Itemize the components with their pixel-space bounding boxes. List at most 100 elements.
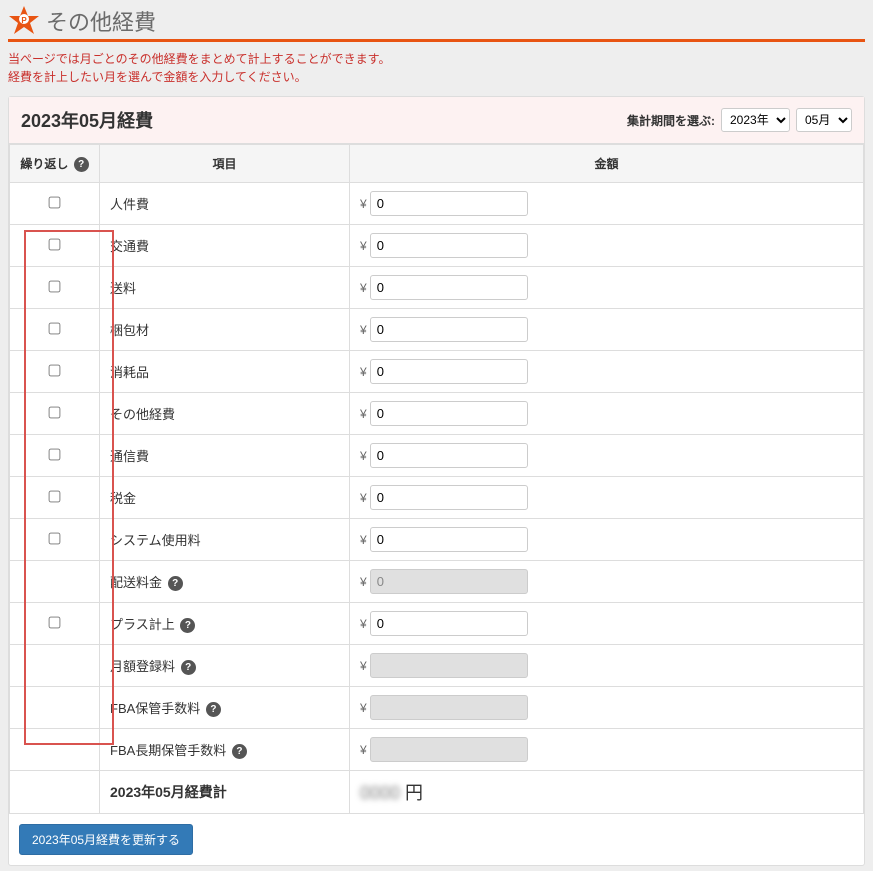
table-row: 梱包材 ¥ bbox=[10, 309, 864, 351]
amount-input bbox=[370, 737, 528, 762]
item-label-cell: 交通費 bbox=[100, 225, 350, 267]
repeat-cell bbox=[10, 183, 100, 225]
amount-cell: ¥ bbox=[350, 309, 864, 351]
item-label: 月額登録料 bbox=[110, 659, 175, 674]
logo-star-icon: P bbox=[8, 5, 40, 37]
amount-cell: ¥ bbox=[350, 225, 864, 267]
table-row: 配送料金 ? ¥ bbox=[10, 561, 864, 603]
amount-cell: ¥ bbox=[350, 477, 864, 519]
amount-cell: ¥ bbox=[350, 519, 864, 561]
help-icon[interactable]: ? bbox=[181, 660, 196, 675]
amount-cell: ¥ bbox=[350, 351, 864, 393]
yen-symbol: ¥ bbox=[360, 323, 367, 337]
update-button[interactable]: 2023年05月経費を更新する bbox=[19, 824, 193, 855]
repeat-cell bbox=[10, 477, 100, 519]
item-label: 送料 bbox=[110, 281, 136, 296]
yen-symbol: ¥ bbox=[360, 365, 367, 379]
amount-cell: ¥ bbox=[350, 393, 864, 435]
amount-input[interactable] bbox=[370, 527, 528, 552]
table-row: 消耗品 ¥ bbox=[10, 351, 864, 393]
yen-symbol: ¥ bbox=[360, 533, 367, 547]
repeat-checkbox[interactable] bbox=[49, 364, 61, 376]
month-title: 2023年05月経費 bbox=[21, 107, 153, 133]
amount-input[interactable] bbox=[370, 611, 528, 636]
page-header: P その他経費 bbox=[8, 5, 865, 42]
amount-input[interactable] bbox=[370, 317, 528, 342]
item-label-cell: その他経費 bbox=[100, 393, 350, 435]
amount-input bbox=[370, 653, 528, 678]
repeat-cell bbox=[10, 603, 100, 645]
table-row: FBA長期保管手数料 ?¥ bbox=[10, 729, 864, 771]
item-label-cell: 配送料金 ? bbox=[100, 561, 350, 603]
help-icon[interactable]: ? bbox=[168, 576, 183, 591]
repeat-checkbox[interactable] bbox=[49, 280, 61, 292]
help-icon[interactable]: ? bbox=[206, 702, 221, 717]
repeat-cell bbox=[10, 729, 100, 771]
amount-input[interactable] bbox=[370, 191, 528, 216]
help-icon[interactable]: ? bbox=[180, 618, 195, 633]
period-selector: 集計期間を選ぶ: 2023年 05月 bbox=[627, 108, 852, 132]
repeat-cell bbox=[10, 435, 100, 477]
repeat-checkbox[interactable] bbox=[49, 406, 61, 418]
total-row: 2023年05月経費計0000 円 bbox=[10, 771, 864, 814]
period-label: 集計期間を選ぶ: bbox=[627, 112, 715, 129]
amount-input[interactable] bbox=[370, 275, 528, 300]
help-icon[interactable]: ? bbox=[74, 157, 89, 172]
expense-panel: 2023年05月経費 集計期間を選ぶ: 2023年 05月 繰り返し ? 項目 … bbox=[8, 96, 865, 866]
repeat-checkbox[interactable] bbox=[49, 196, 61, 208]
table-row: 通信費¥ bbox=[10, 435, 864, 477]
repeat-checkbox[interactable] bbox=[49, 238, 61, 250]
repeat-cell bbox=[10, 561, 100, 603]
table-row: FBA保管手数料 ? ¥ bbox=[10, 687, 864, 729]
item-label-cell: プラス計上 ? bbox=[100, 603, 350, 645]
yen-symbol: ¥ bbox=[360, 659, 367, 673]
item-label: 税金 bbox=[110, 491, 136, 506]
help-icon[interactable]: ? bbox=[232, 744, 247, 759]
amount-input[interactable] bbox=[370, 485, 528, 510]
item-label-cell: FBA保管手数料 ? bbox=[100, 687, 350, 729]
page-title: その他経費 bbox=[46, 5, 156, 37]
amount-input[interactable] bbox=[370, 443, 528, 468]
amount-input[interactable] bbox=[370, 401, 528, 426]
yen-symbol: ¥ bbox=[360, 617, 367, 631]
month-select[interactable]: 05月 bbox=[796, 108, 852, 132]
table-row: その他経費 ¥ bbox=[10, 393, 864, 435]
table-row: 交通費¥ bbox=[10, 225, 864, 267]
repeat-checkbox[interactable] bbox=[49, 448, 61, 460]
repeat-checkbox[interactable] bbox=[49, 616, 61, 628]
repeat-checkbox[interactable] bbox=[49, 532, 61, 544]
item-label-cell: 梱包材 bbox=[100, 309, 350, 351]
repeat-checkbox[interactable] bbox=[49, 490, 61, 502]
amount-input[interactable] bbox=[370, 233, 528, 258]
header-item: 項目 bbox=[100, 145, 350, 183]
amount-input[interactable] bbox=[370, 359, 528, 384]
description-line2: 経費を計上したい月を選んで金額を入力してください。 bbox=[8, 68, 865, 86]
amount-cell: ¥ bbox=[350, 267, 864, 309]
item-label: 人件費 bbox=[110, 197, 149, 212]
repeat-cell bbox=[10, 309, 100, 351]
item-label-cell: 送料 bbox=[100, 267, 350, 309]
item-label-cell: 通信費 bbox=[100, 435, 350, 477]
item-label-cell: 税金 bbox=[100, 477, 350, 519]
year-select[interactable]: 2023年 bbox=[721, 108, 790, 132]
panel-footer: 2023年05月経費を更新する bbox=[9, 814, 864, 865]
repeat-cell bbox=[10, 351, 100, 393]
item-label: 消耗品 bbox=[110, 365, 149, 380]
yen-symbol: ¥ bbox=[360, 575, 367, 589]
amount-cell: ¥ bbox=[350, 729, 864, 771]
repeat-checkbox[interactable] bbox=[49, 322, 61, 334]
yen-symbol: ¥ bbox=[360, 701, 367, 715]
item-label-cell: 消耗品 bbox=[100, 351, 350, 393]
table-row: 月額登録料 ? ¥ bbox=[10, 645, 864, 687]
repeat-cell bbox=[10, 267, 100, 309]
amount-input bbox=[370, 569, 528, 594]
yen-symbol: ¥ bbox=[360, 743, 367, 757]
yen-symbol: ¥ bbox=[360, 407, 367, 421]
table-row: システム使用料¥ bbox=[10, 519, 864, 561]
total-label: 2023年05月経費計 bbox=[100, 771, 350, 814]
table-row: 税金 ¥ bbox=[10, 477, 864, 519]
repeat-cell bbox=[10, 519, 100, 561]
panel-header: 2023年05月経費 集計期間を選ぶ: 2023年 05月 bbox=[9, 97, 864, 144]
description-line1: 当ぺージでは月ごとのその他経費をまとめて計上することができます。 bbox=[8, 50, 865, 68]
header-repeat: 繰り返し ? bbox=[10, 145, 100, 183]
